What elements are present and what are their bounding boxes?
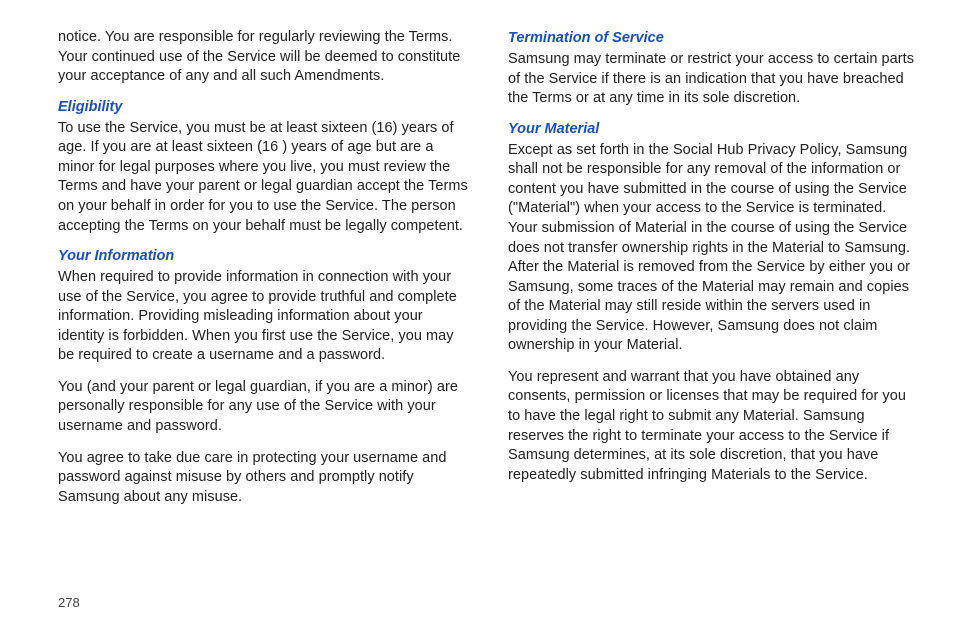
page-columns: notice. You are responsible for regularl…	[58, 28, 918, 519]
your-information-p1: When required to provide information in …	[58, 268, 468, 366]
your-information-p2: You (and your parent or legal guardian, …	[58, 378, 468, 437]
your-information-p3: You agree to take due care in protecting…	[58, 449, 468, 508]
page-number: 278	[58, 595, 80, 610]
your-material-p1: Except as set forth in the Social Hub Pr…	[508, 141, 918, 356]
intro-paragraph: notice. You are responsible for regularl…	[58, 28, 468, 87]
termination-body: Samsung may terminate or restrict your a…	[508, 50, 918, 109]
your-material-p2: You represent and warrant that you have …	[508, 368, 918, 485]
heading-termination: Termination of Service	[508, 30, 918, 46]
heading-your-material: Your Material	[508, 121, 918, 137]
eligibility-body: To use the Service, you must be at least…	[58, 119, 468, 236]
heading-your-information: Your Information	[58, 248, 468, 264]
right-column: Termination of Service Samsung may termi…	[508, 28, 918, 519]
heading-eligibility: Eligibility	[58, 99, 468, 115]
left-column: notice. You are responsible for regularl…	[58, 28, 468, 519]
